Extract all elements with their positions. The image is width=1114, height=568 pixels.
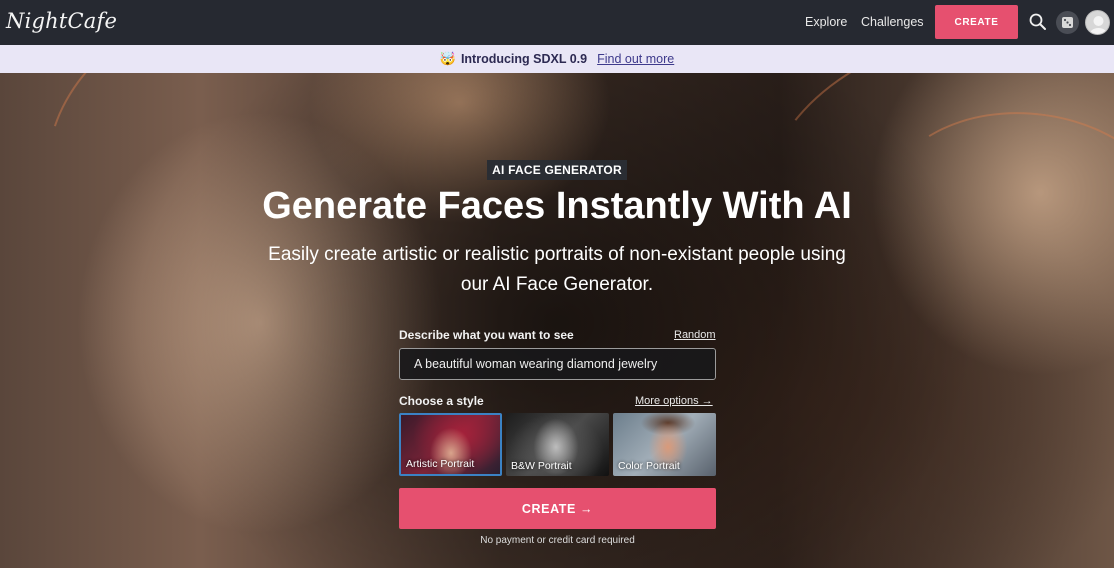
style-card-bw-portrait[interactable]: B&W Portrait [506,413,609,476]
style-card-label: B&W Portrait [511,460,572,472]
nav-explore-link[interactable]: Explore [805,15,847,29]
mind-blown-emoji-icon: 🤯 [439,51,456,66]
hero-section: AI FACE GENERATOR Generate Faces Instant… [0,73,1114,568]
nav-create-button[interactable]: CREATE [935,5,1018,39]
prompt-label: Describe what you want to see [399,328,574,342]
style-card-label: Color Portrait [618,460,680,472]
page-title: Generate Faces Instantly With AI [262,185,852,227]
style-label: Choose a style [399,394,484,408]
more-options-link[interactable]: More options → [635,395,713,407]
nightcafe-logo[interactable]: NightCafe [6,9,117,33]
prompt-input[interactable] [399,348,716,380]
dice-icon[interactable] [1056,11,1079,34]
page-subtitle: Easily create artistic or realistic port… [268,244,846,295]
avatar[interactable] [1085,10,1110,35]
style-card-color-portrait[interactable]: Color Portrait [613,413,716,476]
no-payment-note: No payment or credit card required [480,535,635,546]
find-out-more-link[interactable]: Find out more [597,52,674,66]
style-card-artistic-portrait[interactable]: Artistic Portrait [399,413,502,476]
top-navbar: NightCafe Explore Challenges CREATE [0,0,1114,45]
style-card-label: Artistic Portrait [406,458,475,470]
search-icon[interactable] [1028,12,1048,32]
create-button[interactable]: CREATE → [399,488,716,529]
announcement-title: Introducing SDXL 0.9 [460,52,588,66]
announcement-bar: 🤯 Introducing SDXL 0.9 Find out more [0,45,1114,73]
ai-face-generator-badge: AI FACE GENERATOR [487,160,627,180]
random-prompt-link[interactable]: Random [674,329,716,341]
nav-challenges-link[interactable]: Challenges [861,15,924,29]
